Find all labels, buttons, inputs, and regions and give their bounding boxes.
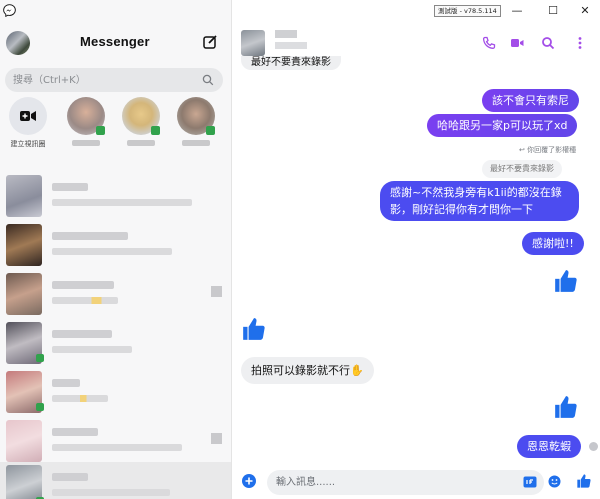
story-contact-1[interactable] [62, 97, 110, 146]
contact-name-blurred [52, 428, 98, 436]
phone-icon[interactable] [482, 36, 496, 50]
video-plus-icon [20, 111, 36, 121]
message-input[interactable] [267, 470, 544, 495]
reply-note: ↩ 你回覆了影權種 [519, 145, 576, 155]
composer [233, 470, 600, 499]
version-badge: 測試版 - v78.5.114 [434, 5, 501, 17]
thumbs-up-icon [555, 270, 577, 292]
avatar [6, 322, 44, 364]
message-line: 感謝~不然我身旁有k1ii的都沒在錄 [390, 186, 562, 199]
conversation-item[interactable] [0, 368, 231, 416]
story-name-blurred [72, 140, 100, 146]
conversation-item[interactable] [0, 270, 231, 318]
conversation-item[interactable] [0, 417, 231, 465]
thumbs-up-icon[interactable] [576, 473, 592, 489]
sidebar: Messenger 建立視訊圈 [0, 0, 232, 499]
app-title: Messenger [80, 34, 150, 49]
messenger-window: Messenger 建立視訊圈 [0, 0, 600, 499]
thumbs-up-icon [555, 396, 577, 418]
message-line: 影，剛好記得你有才問你一下 [390, 203, 533, 216]
outgoing-message-multiline: 感謝~不然我身旁有k1ii的都沒在錄 影，剛好記得你有才問你一下 [380, 181, 579, 221]
seen-avatar-blurred [589, 442, 598, 451]
profile-avatar[interactable] [6, 31, 30, 55]
outgoing-message: 恩恩乾蝦 [517, 435, 581, 458]
avatar [6, 224, 42, 266]
video-room-circle [9, 97, 47, 135]
conversation-item[interactable] [0, 319, 231, 367]
contact-name-blurred [52, 232, 128, 240]
conversation-item[interactable] [0, 221, 231, 269]
read-receipt-blurred [211, 286, 222, 297]
compose-icon[interactable] [202, 34, 218, 50]
search-box [5, 68, 223, 92]
search-icon [202, 74, 214, 86]
quoted-message: 最好不要貴來錄影 [482, 160, 562, 178]
avatar [122, 97, 160, 135]
outgoing-message: 該不會只有索尼 [482, 89, 579, 112]
story-contact-2[interactable] [117, 97, 165, 146]
story-name-blurred [127, 140, 155, 146]
incoming-message-partial: 最好不要貴來錄影 [241, 56, 341, 70]
minimize-button[interactable]: — [509, 3, 525, 19]
video-camera-icon[interactable] [510, 36, 524, 50]
online-indicator [36, 354, 44, 362]
online-indicator [206, 126, 215, 135]
chat-contact-avatar[interactable] [241, 30, 265, 56]
plus-circle-icon[interactable] [241, 473, 257, 489]
reply-arrow-icon: ↩ [519, 146, 525, 154]
message-preview-blurred [52, 248, 172, 255]
outgoing-message: 哈哈跟另一家p可以玩了xd [427, 114, 578, 137]
contact-name-blurred [52, 379, 80, 387]
story-contact-3[interactable] [172, 97, 220, 146]
avatar [6, 420, 42, 462]
conversation-item[interactable] [0, 172, 231, 220]
contact-name-blurred [52, 330, 112, 338]
close-button[interactable]: ✕ [577, 3, 593, 19]
chat-pane: 測試版 - v78.5.114 — ☐ ✕ 最好不要貴來錄影 該不會只有索尼 哈… [233, 0, 600, 499]
read-receipt-blurred [211, 433, 222, 444]
message-preview-blurred [52, 395, 108, 402]
contact-name-blurred [52, 281, 114, 289]
message-preview-blurred [52, 444, 182, 451]
conversation-item-active[interactable] [0, 462, 231, 499]
reply-note-text: 你回覆了影權種 [527, 146, 577, 154]
story-name-blurred [182, 140, 210, 146]
more-vertical-icon[interactable] [573, 36, 587, 50]
avatar [67, 97, 105, 135]
avatar [6, 371, 44, 413]
avatar [6, 273, 42, 315]
gif-icon[interactable] [523, 476, 537, 488]
create-room-label: 建立視訊圈 [10, 140, 46, 148]
message-preview-blurred [52, 199, 192, 206]
avatar [6, 175, 42, 217]
outgoing-message: 感謝啦!! [522, 232, 584, 255]
online-indicator [36, 403, 44, 411]
search-icon[interactable] [541, 36, 555, 50]
create-room-button[interactable]: 建立視訊圈 [4, 97, 52, 149]
stories-row: 建立視訊圈 [0, 97, 231, 159]
online-indicator [96, 126, 105, 135]
avatar [177, 97, 215, 135]
messenger-logo-icon [3, 4, 16, 17]
contact-name-blurred [52, 473, 88, 481]
chat-contact-status-blurred [275, 42, 307, 49]
message-preview-blurred [52, 489, 170, 496]
message-preview-blurred [52, 346, 132, 353]
chat-contact-name-blurred [275, 30, 297, 38]
thumbs-up-icon [243, 318, 265, 340]
message-preview-blurred [52, 297, 118, 304]
online-indicator [151, 126, 160, 135]
emoji-icon[interactable] [548, 475, 561, 488]
incoming-message: 拍照可以錄影就不行✋ [241, 357, 374, 384]
avatar [6, 465, 44, 499]
search-input[interactable] [5, 68, 195, 92]
maximize-button[interactable]: ☐ [545, 3, 561, 19]
contact-name-blurred [52, 183, 88, 191]
